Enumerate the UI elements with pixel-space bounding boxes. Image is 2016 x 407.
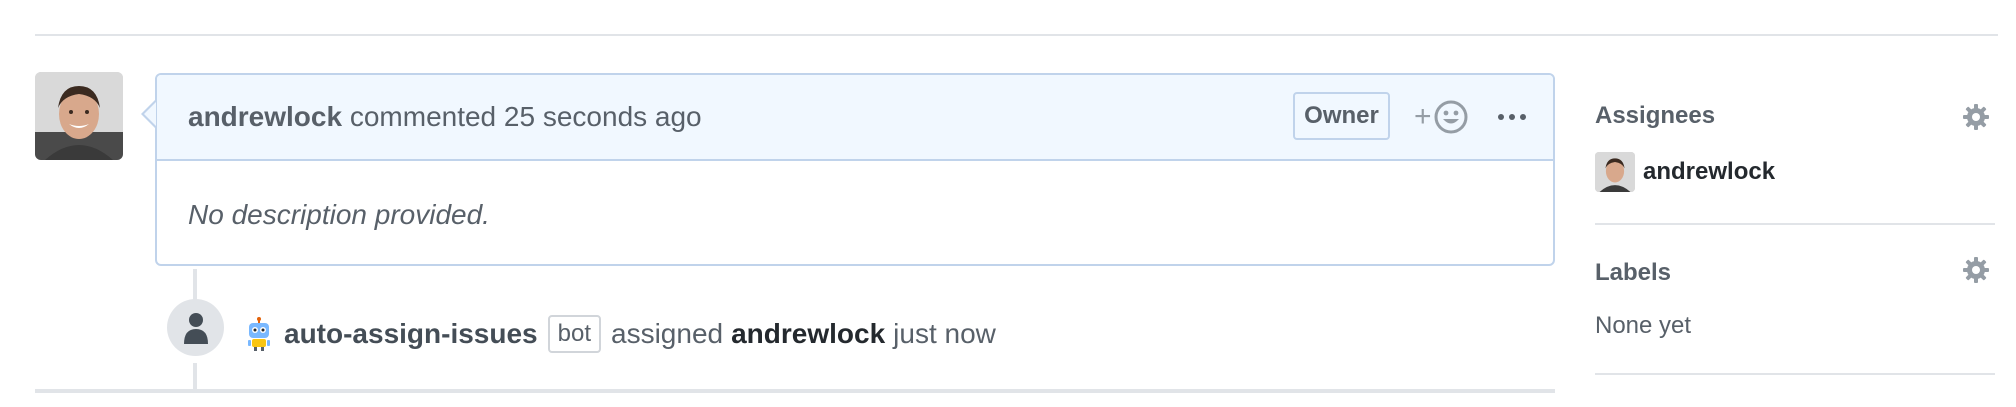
- avatar: [1595, 152, 1635, 192]
- avatar[interactable]: [35, 72, 123, 160]
- comment-pointer-fill: [144, 102, 156, 126]
- add-reaction-button[interactable]: +: [1414, 99, 1468, 135]
- issue-comment: andrewlock commented 25 seconds ago Owne…: [155, 73, 1555, 266]
- timeline-connector: [193, 269, 197, 301]
- labels-heading: Labels: [1595, 259, 1672, 286]
- gear-icon[interactable]: [1962, 103, 1990, 131]
- kebab-horizontal-icon: [1498, 114, 1526, 120]
- comment-body: No description provided.: [188, 199, 490, 230]
- sidebar-divider: [1595, 223, 1995, 225]
- assignment-event: auto-assign-issues bot assigned andrewlo…: [244, 314, 996, 354]
- gear-icon[interactable]: [1962, 256, 1990, 284]
- sidebar-divider: [1595, 373, 1995, 375]
- event-actor-link[interactable]: auto-assign-issues: [284, 318, 538, 350]
- owner-badge: Owner: [1293, 92, 1390, 140]
- event-timestamp[interactable]: just now: [893, 318, 996, 350]
- assignee-name: andrewlock: [1643, 158, 1776, 185]
- comment-meta: andrewlock commented 25 seconds ago: [188, 101, 702, 133]
- assignees-heading: Assignees: [1595, 102, 1716, 129]
- timeline-connector: [193, 363, 197, 391]
- timeline-divider: [35, 389, 1555, 393]
- comment-timestamp[interactable]: 25 seconds ago: [504, 101, 702, 132]
- assignee-item[interactable]: andrewlock: [1595, 152, 1775, 192]
- person-icon: [183, 312, 208, 344]
- event-action: assigned: [611, 318, 724, 349]
- issue-page: andrewlock commented 25 seconds ago Owne…: [0, 0, 2016, 407]
- plus-icon: +: [1414, 100, 1432, 133]
- issue-sidebar: Assignees andrewlock Labels None yet: [1595, 0, 2000, 407]
- event-badge: [167, 299, 224, 356]
- comment-options-button[interactable]: [1497, 97, 1527, 137]
- comment-header: andrewlock commented 25 seconds ago Owne…: [157, 75, 1553, 161]
- comment-action: commented: [349, 101, 497, 132]
- event-assignee-link[interactable]: andrewlock: [731, 318, 885, 350]
- comment-author-link[interactable]: andrewlock: [188, 101, 342, 132]
- smiley-icon: [1434, 100, 1468, 134]
- bot-badge: bot: [547, 315, 602, 353]
- labels-empty-text: None yet: [1595, 312, 1692, 339]
- bot-avatar-icon[interactable]: [244, 317, 274, 351]
